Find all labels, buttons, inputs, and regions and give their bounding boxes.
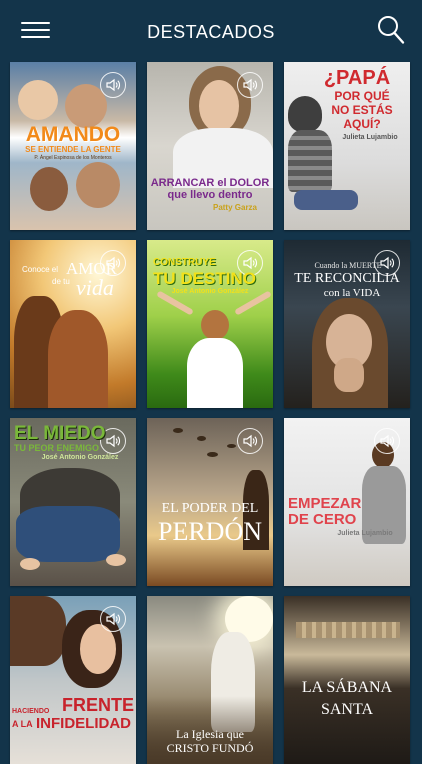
book-title: La Iglesia que	[176, 727, 244, 741]
search-icon[interactable]	[376, 14, 406, 46]
book-pretitle: Cuando la MUERTE	[314, 261, 382, 270]
book-title: EL MIEDO	[14, 423, 106, 444]
book-subtitle: POR QUÉ	[334, 89, 390, 103]
book-title: CONSTRUYE	[153, 257, 216, 268]
book-subtitle: SANTA	[320, 701, 374, 718]
book-card-iglesia[interactable]: La Iglesia que CRISTO FUNDÓ	[147, 596, 273, 764]
book-subtitle: AQUÍ?	[343, 117, 381, 131]
speaker-icon[interactable]	[237, 72, 263, 98]
book-title: EMPEZAR	[288, 495, 362, 512]
speaker-icon[interactable]	[100, 72, 126, 98]
book-card-frente[interactable]: HACIENDO FRENTE A LA INFIDELIDAD	[10, 596, 136, 764]
book-subtitle: con la VIDA	[323, 287, 381, 299]
book-card-perdon[interactable]: EL PODER DEL PERDÓN	[147, 418, 273, 586]
book-grid: AMANDO SE ENTIENDE LA GENTE P. Ángel Esp…	[10, 62, 410, 764]
book-title: ¿PAPÁ	[323, 67, 391, 89]
book-subtitle: PERDÓN	[157, 517, 262, 546]
book-subtitle: NO ESTÁS	[331, 103, 393, 117]
book-card-amor[interactable]: Conoce el AMOR de tu vida	[10, 240, 136, 408]
speaker-icon[interactable]	[237, 428, 263, 454]
book-card-cero[interactable]: EMPEZAR DE CERO Julieta Lujambio	[284, 418, 410, 586]
book-subtitle: SE ENTIENDE LA GENTE	[25, 145, 121, 154]
book-card-amando[interactable]: AMANDO SE ENTIENDE LA GENTE P. Ángel Esp…	[10, 62, 136, 230]
book-author: Patty Garza	[212, 203, 258, 212]
book-author: José Antonio González	[41, 454, 119, 461]
book-pretitle: Conoce el	[22, 265, 59, 274]
book-subtitle: TU PEOR ENEMIGO	[14, 443, 100, 453]
book-title: ARRANCAR el DOLOR	[150, 177, 270, 189]
book-subtitle: CRISTO FUNDÓ	[166, 741, 254, 755]
book-subtitle: vida	[76, 275, 114, 300]
book-card-papa[interactable]: ¿PAPÁ POR QUÉ NO ESTÁS AQUÍ? Julieta Luj…	[284, 62, 410, 230]
speaker-icon[interactable]	[100, 606, 126, 632]
book-subtitle: INFIDELIDAD	[36, 715, 131, 732]
book-title: EL PODER DEL	[161, 501, 259, 516]
book-card-arrancar[interactable]: ARRANCAR el DOLOR que llevo dentro Patty…	[147, 62, 273, 230]
speaker-icon[interactable]	[374, 428, 400, 454]
book-subtitle: que llevo dentro	[167, 189, 253, 201]
book-card-destino[interactable]: CONSTRUYE TU DESTINO José Antonio Gonzál…	[147, 240, 273, 408]
book-card-miedo[interactable]: EL MIEDO TU PEOR ENEMIGO José Antonio Go…	[10, 418, 136, 586]
book-author: Julieta Lujambio	[342, 134, 398, 141]
page-title: DESTACADOS	[147, 22, 275, 42]
book-card-muerte[interactable]: Cuando la MUERTE TE RECONCILIA con la VI…	[284, 240, 410, 408]
book-author: P. Ángel Espinosa de los Monteros	[34, 155, 112, 161]
book-title: TE RECONCILIA	[294, 271, 400, 286]
book-card-sabana[interactable]: LA SÁBANA SANTA	[284, 596, 410, 764]
book-subtitle: DE CERO	[288, 511, 357, 528]
book-author: Julieta Lujambio	[337, 530, 393, 537]
book-subtitle: TU DESTINO	[153, 269, 256, 288]
app-header: DESTACADOS	[0, 0, 422, 62]
book-title: LA SÁBANA	[301, 679, 393, 696]
book-title: AMANDO	[25, 123, 121, 146]
book-author: José Antonio González	[171, 288, 249, 295]
book-title: FRENTE	[62, 695, 134, 715]
